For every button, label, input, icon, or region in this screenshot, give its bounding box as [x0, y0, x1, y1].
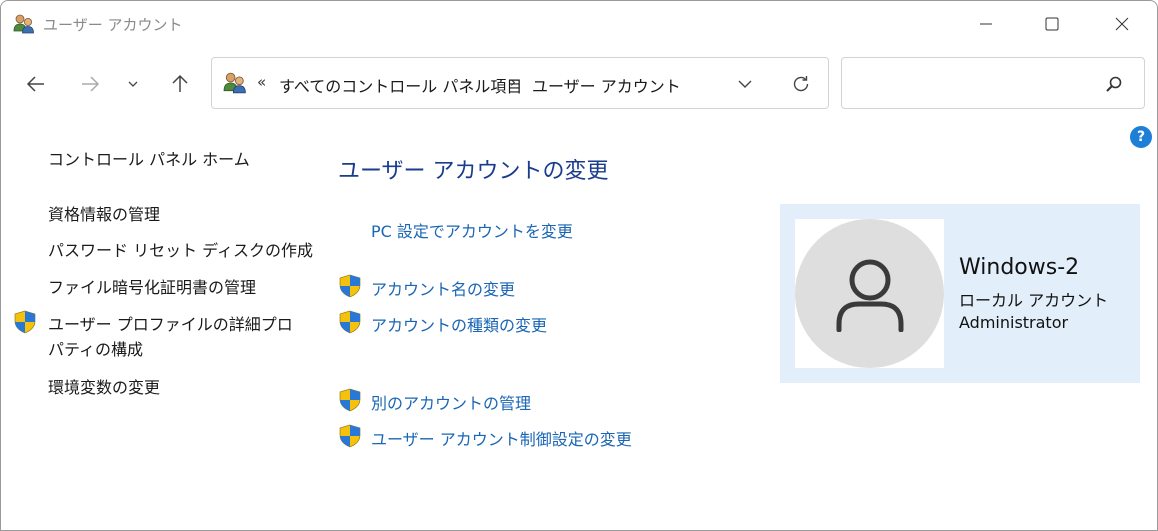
close-icon	[1115, 17, 1129, 31]
search-icon[interactable]	[1104, 74, 1124, 94]
uac-shield-icon	[13, 310, 37, 334]
sidebar-control-panel-home[interactable]: コントロール パネル ホーム	[48, 146, 250, 170]
breadcrumb-user-accounts[interactable]: ユーザー アカウント	[532, 73, 681, 97]
avatar	[795, 219, 944, 368]
chevron-down-icon	[128, 81, 138, 87]
uac-shield-icon	[338, 388, 362, 412]
forward-arrow-icon	[82, 76, 100, 92]
refresh-button[interactable]	[786, 70, 816, 98]
close-button[interactable]	[1095, 1, 1149, 47]
users-icon	[222, 71, 248, 95]
search-box[interactable]	[841, 57, 1145, 109]
task-change-account-in-pc-settings[interactable]: PC 設定でアカウントを変更	[371, 218, 573, 242]
minimize-icon	[980, 23, 992, 25]
address-overflow[interactable]: «	[257, 73, 266, 91]
address-bar[interactable]: « すべてのコントロール パネル項目 › ユーザー アカウント	[211, 57, 829, 109]
up-button[interactable]	[163, 67, 197, 101]
task-change-account-name[interactable]: アカウント名の変更	[371, 276, 515, 300]
breadcrumb-all-control-panel-items[interactable]: すべてのコントロール パネル項目	[279, 73, 522, 97]
user-name: Windows-2	[959, 255, 1080, 280]
chevron-down-icon	[738, 80, 752, 88]
maximize-icon	[1045, 17, 1059, 31]
maximize-button[interactable]	[1025, 1, 1079, 47]
sidebar-manage-credentials[interactable]: 資格情報の管理	[48, 201, 160, 225]
sidebar-configure-advanced-profile-properties[interactable]: ユーザー プロファイルの詳細プロパティの構成	[48, 312, 298, 362]
sidebar-change-environment-variables[interactable]: 環境変数の変更	[48, 374, 160, 398]
users-icon	[13, 13, 35, 35]
forward-button[interactable]	[73, 67, 107, 101]
title-bar: ユーザー アカウント	[1, 1, 1157, 47]
task-change-uac-settings[interactable]: ユーザー アカウント制御設定の変更	[371, 426, 632, 450]
user-account-type: ローカル アカウント	[959, 291, 1109, 310]
up-arrow-icon	[172, 74, 188, 92]
recent-locations-button[interactable]	[119, 67, 147, 101]
breadcrumb-separator[interactable]: ›	[510, 73, 516, 91]
user-accounts-window: ユーザー アカウント « すべてのコントロール パネル項目 › ユーザー アカウ…	[0, 0, 1158, 531]
window-title: ユーザー アカウント	[43, 16, 183, 34]
help-icon[interactable]: ?	[1130, 126, 1152, 148]
task-change-account-type[interactable]: アカウントの種類の変更	[371, 312, 547, 336]
uac-shield-icon	[338, 424, 362, 448]
sidebar-manage-file-encryption-certificates[interactable]: ファイル暗号化証明書の管理	[48, 274, 256, 298]
search-input[interactable]	[852, 70, 1092, 98]
uac-shield-icon	[338, 310, 362, 334]
task-manage-another-account[interactable]: 別のアカウントの管理	[371, 390, 531, 414]
minimize-button[interactable]	[959, 1, 1013, 47]
user-account-card: Windows-2 ローカル アカウント Administrator	[780, 204, 1140, 383]
back-arrow-icon	[26, 76, 44, 92]
address-dropdown-button[interactable]	[730, 70, 760, 98]
uac-shield-icon	[338, 274, 362, 298]
user-avatar-icon	[795, 219, 944, 368]
refresh-icon	[793, 76, 809, 92]
user-role: Administrator	[959, 313, 1069, 332]
sidebar-create-password-reset-disk[interactable]: パスワード リセット ディスクの作成	[48, 237, 313, 261]
back-button[interactable]	[19, 67, 53, 101]
page-title: ユーザー アカウントの変更	[338, 159, 609, 184]
